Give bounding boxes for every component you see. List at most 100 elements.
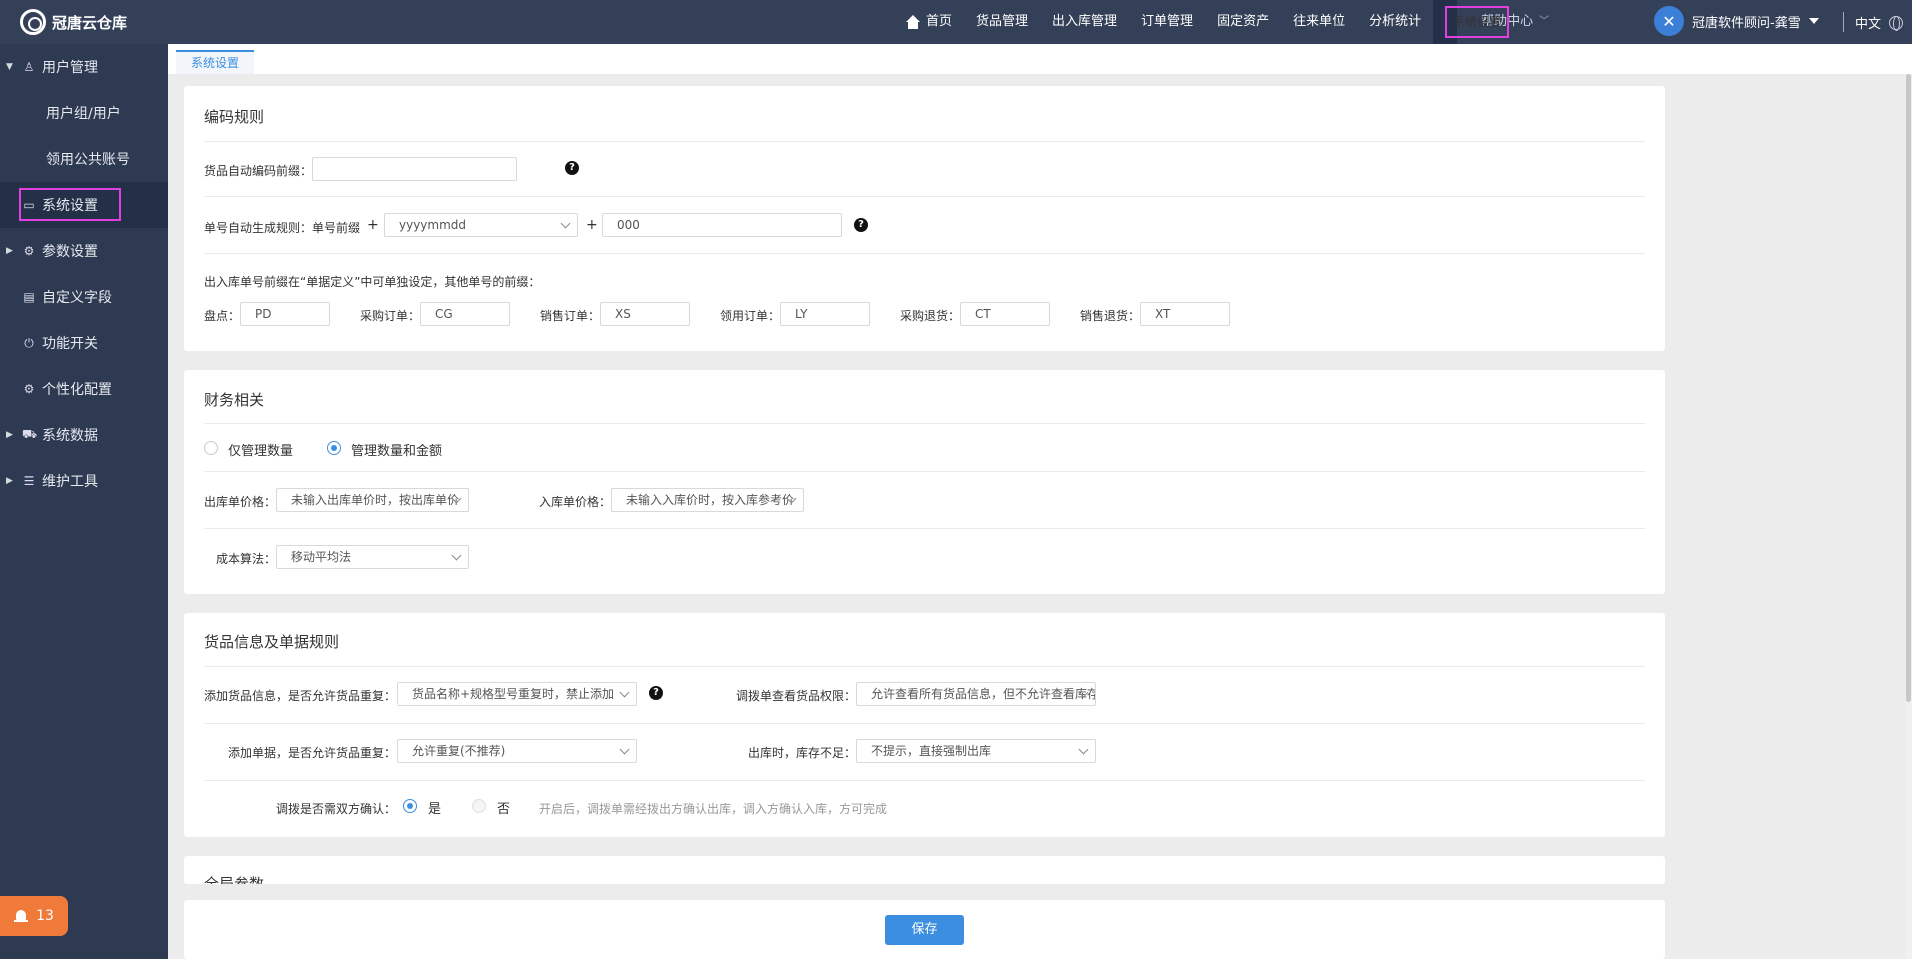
cost-method-label: 成本算法：	[216, 552, 277, 566]
transfer-confirm-label: 调拨是否需双方确认：	[276, 802, 397, 816]
add-goods-select[interactable]: 货品名称+规格型号重复时，禁止添加	[397, 682, 637, 706]
transfer-view-select[interactable]: 允许查看所有货品信息，但不允许查看库存	[856, 682, 1096, 706]
logo-icon	[20, 9, 46, 35]
cost-method-select[interactable]: 移动平均法	[276, 545, 469, 569]
prefix-note: 出入库单号前缀在“单据定义”中可单独设定，其他单号的前缀：	[204, 275, 541, 289]
select-value: 允许重复(不推荐)	[412, 744, 506, 758]
bell-icon	[14, 909, 29, 923]
sidebar: ▼ ♙ 用户管理 用户组/用户 领用公共账号 ▭ 系统设置 ▶ ⚙ 参数设置 ▤…	[0, 44, 168, 959]
nav-inout[interactable]: 出入库管理	[1040, 0, 1129, 44]
auto-prefix-input[interactable]	[312, 157, 517, 181]
nav-analytics[interactable]: 分析统计	[1357, 0, 1433, 44]
sidebar-item-label: 功能开关	[42, 336, 98, 352]
sidebar-item-feature-switch[interactable]: ⏻ 功能开关	[0, 320, 168, 366]
gear-icon: ⚙	[23, 244, 35, 258]
app-title: 冠唐云仓库	[52, 13, 128, 32]
select-value: 未输入出库单价时，按出库单价	[291, 493, 460, 507]
nav-home[interactable]: 首页	[894, 0, 964, 44]
nav-orders[interactable]: 订单管理	[1129, 0, 1205, 44]
tab-system-settings[interactable]: 系统设置	[176, 50, 255, 74]
radio-label: 管理数量和金额	[351, 444, 443, 459]
select-value: yyyymmdd	[399, 218, 467, 232]
prefix-label-inventory: 盘点：	[204, 309, 241, 323]
in-price-select[interactable]: 未输入入库价时，按入库参考价	[611, 488, 804, 512]
notification-count: 13	[36, 908, 54, 924]
caret-right-icon: ▶	[6, 246, 13, 256]
radio-confirm-no[interactable]	[472, 799, 486, 813]
radio-qty-only[interactable]	[204, 441, 218, 455]
encoding-rules-card: 编码规则 货品自动编码前缀： ? 单号自动生成规则：单号前缀 + yyyymmd…	[184, 86, 1665, 351]
select-value: 货品名称+规格型号重复时，禁止添加	[412, 687, 615, 701]
help-icon[interactable]: ?	[854, 218, 868, 232]
prefix-input-inventory[interactable]: PD	[240, 302, 330, 326]
divider	[204, 471, 1645, 472]
tab-strip: 系统设置	[168, 44, 1912, 74]
user-icon: ♙	[23, 60, 35, 74]
chevron-down-icon	[451, 550, 462, 561]
sidebar-item-label: 用户组/用户	[46, 106, 121, 122]
sidebar-item-system-data[interactable]: ▶ ⛟ 系统数据	[0, 412, 168, 458]
help-icon[interactable]: ?	[649, 686, 663, 700]
divider	[204, 253, 1645, 254]
cart-icon: ⛟	[22, 427, 38, 441]
sidebar-item-system-settings[interactable]: ▭ 系统设置	[0, 182, 168, 228]
sidebar-item-label: 维护工具	[42, 474, 98, 490]
nav-assets[interactable]: 固定资产	[1205, 0, 1281, 44]
sidebar-item-user-groups[interactable]: 用户组/用户	[0, 90, 168, 136]
serial-input[interactable]: 000	[602, 213, 842, 237]
global-params-card: 全局参数	[184, 856, 1665, 884]
out-stock-select[interactable]: 不提示，直接强制出库	[856, 739, 1096, 763]
plus-sign: +	[367, 217, 379, 233]
divider	[204, 723, 1645, 724]
sidebar-item-maintenance[interactable]: ▶ ☰ 维护工具	[0, 458, 168, 504]
nav-goods[interactable]: 货品管理	[964, 0, 1040, 44]
user-name: 冠唐软件顾问-龚雪	[1692, 15, 1801, 31]
nav-label: 出入库管理	[1052, 14, 1118, 29]
select-value: 移动平均法	[291, 550, 352, 564]
prefix-input-purchase-return[interactable]: CT	[960, 302, 1050, 326]
add-doc-select[interactable]: 允许重复(不推荐)	[397, 739, 637, 763]
finance-card: 财务相关 仅管理数量 管理数量和金额 出库单价格： 未输入出库单价时，按出库单价…	[184, 370, 1665, 594]
prefix-input-sales[interactable]: XS	[600, 302, 690, 326]
notification-button[interactable]: 13	[0, 896, 68, 936]
monitor-icon: ▭	[23, 198, 35, 212]
home-icon	[906, 15, 920, 29]
top-bar: 冠唐云仓库 首页 货品管理 出入库管理 订单管理 固定资产 往来单位 分析统计 …	[0, 0, 1912, 44]
radio-confirm-yes[interactable]	[403, 799, 417, 813]
nav-label: 分析统计	[1369, 14, 1422, 29]
sidebar-item-custom-fields[interactable]: ▤ 自定义字段	[0, 274, 168, 320]
out-price-select[interactable]: 未输入出库单价时，按出库单价	[276, 488, 469, 512]
sidebar-item-public-accounts[interactable]: 领用公共账号	[0, 136, 168, 182]
app-logo[interactable]: 冠唐云仓库	[20, 9, 127, 35]
divider	[1843, 12, 1844, 32]
goods-rules-card: 货品信息及单据规则 添加货品信息，是否允许货品重复： 货品名称+规格型号重复时，…	[184, 613, 1665, 837]
radio-label: 是	[428, 802, 442, 817]
nav-label: 货品管理	[976, 14, 1029, 29]
caret-down-icon	[1808, 18, 1819, 24]
caret-right-icon: ▶	[6, 476, 13, 486]
prefix-input-purchase[interactable]: CG	[420, 302, 510, 326]
sidebar-item-personalization[interactable]: ⚙ 个性化配置	[0, 366, 168, 412]
language-switch[interactable]: 中文	[1855, 13, 1904, 32]
prefix-input-requisition[interactable]: LY	[780, 302, 870, 326]
scrollbar-thumb[interactable]	[1906, 74, 1911, 702]
radio-qty-and-amount[interactable]	[327, 441, 341, 455]
prefix-input-sales-return[interactable]: XT	[1140, 302, 1230, 326]
sidebar-item-label: 自定义字段	[42, 290, 112, 306]
date-format-select[interactable]: yyyymmdd	[384, 213, 578, 237]
sidebar-item-user-management[interactable]: ▼ ♙ 用户管理	[0, 44, 168, 90]
add-doc-label: 添加单据，是否允许货品重复：	[228, 746, 397, 760]
sidebar-item-parameters[interactable]: ▶ ⚙ 参数设置	[0, 228, 168, 274]
nav-label: 系统设置	[1445, 6, 1510, 38]
divider	[204, 780, 1645, 781]
chevron-down-icon	[619, 744, 630, 755]
prefix-label-sales: 销售订单：	[540, 309, 601, 323]
prefix-label-purchase-return: 采购退货：	[900, 309, 961, 323]
nav-system-settings[interactable]: 系统设置	[1433, 0, 1510, 44]
help-icon[interactable]: ?	[565, 161, 579, 175]
divider	[204, 528, 1645, 529]
save-button[interactable]: 保存	[885, 915, 964, 945]
nav-partners[interactable]: 往来单位	[1281, 0, 1357, 44]
scrollbar[interactable]	[1905, 74, 1912, 959]
user-menu[interactable]: ✕ 冠唐软件顾问-龚雪	[1654, 6, 1819, 36]
